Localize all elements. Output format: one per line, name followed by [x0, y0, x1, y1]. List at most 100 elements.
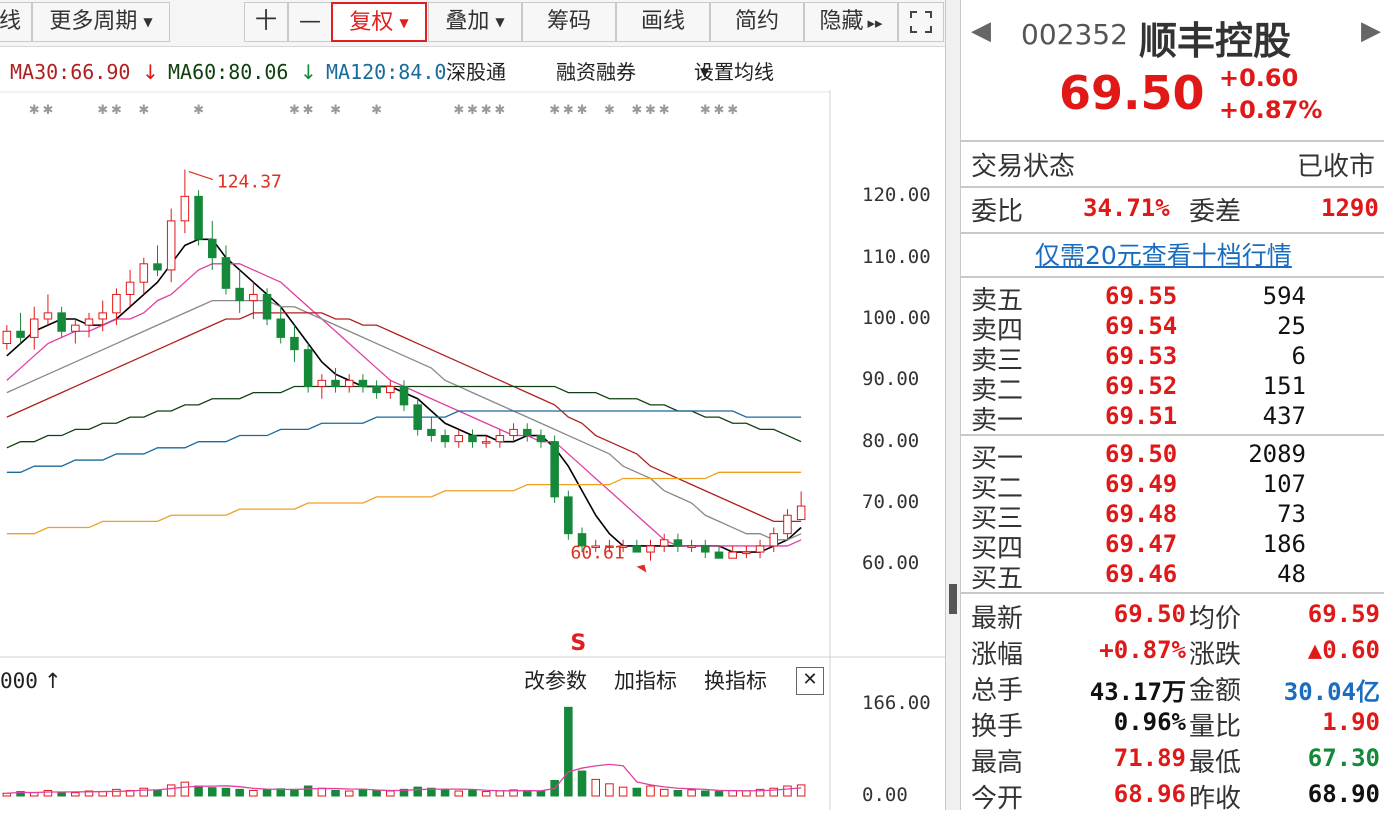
bid-row-volume: 2089	[1248, 440, 1306, 468]
candle	[84, 312, 94, 338]
candle	[290, 325, 299, 362]
stat-label: 量比	[1189, 712, 1242, 742]
shenzhen-connect-link[interactable]: 深股通	[446, 52, 506, 92]
ask-row: 卖二 69.52 151	[961, 372, 1384, 406]
hide-button[interactable]: 隐藏 ▸▸	[804, 2, 898, 42]
edit-params-button[interactable]: 改参数	[524, 664, 587, 698]
volume-bar	[71, 792, 80, 797]
event-marker-icon: ✱	[549, 103, 560, 118]
volume-bar	[57, 791, 66, 797]
last-price: 69.50	[1059, 66, 1205, 120]
quote-panel: ◀ 002352 顺丰控股 ▶ 69.50 +0.60 +0.87% 交易状态 …	[961, 0, 1384, 814]
bid-row-volume: 73	[1277, 500, 1306, 528]
high-pointer	[188, 170, 214, 181]
weibi-value: 34.71%	[1083, 194, 1170, 222]
candle-body	[701, 545, 710, 553]
candle-body	[331, 379, 340, 387]
chevron-down-icon: ▼	[399, 16, 409, 30]
volume-bar	[29, 792, 39, 797]
chevron-down-icon: ▼	[495, 15, 505, 29]
volume-bar	[166, 784, 176, 797]
bid-row-volume: 186	[1262, 530, 1306, 558]
simple-mode-button[interactable]: 简约	[710, 2, 804, 42]
volume-bar	[194, 785, 203, 797]
volume-tick-label: 0.00	[862, 784, 908, 806]
close-icon[interactable]: ✕	[796, 667, 824, 695]
volume-bar	[344, 790, 354, 797]
ask-row-volume: 151	[1262, 372, 1306, 400]
candle-body	[468, 435, 477, 443]
stat-value: 69.50	[1113, 600, 1186, 628]
ask-row: 卖四 69.54 25	[961, 312, 1384, 346]
kline-chart[interactable]: ✱ ✱ ✱ ✱ ✱ ✱ ✱ ✱ ✱ ✱ ✱ ✱ ✱ ✱ ✱ ✱ ✱ ✱ ✱ ✱ ✱ ✱ ✱ ✱ 124.3760.61S	[0, 90, 945, 810]
toolbar-partial-button[interactable]: 线	[0, 2, 32, 42]
volume-bar	[646, 785, 655, 797]
overlay-label: 叠加	[445, 9, 490, 34]
candle	[166, 208, 176, 283]
zoom-out-button[interactable]: —	[288, 2, 332, 42]
candle	[769, 527, 779, 553]
margin-trading-link[interactable]: 融资融券	[556, 52, 636, 92]
next-stock-icon[interactable]: ▶	[1361, 16, 1381, 46]
candle-body	[290, 336, 299, 351]
candle-body	[317, 379, 327, 387]
period-dropdown[interactable]: 更多周期 ▼	[32, 2, 170, 42]
level2-link[interactable]: 仅需20元查看十档行情	[1035, 236, 1292, 272]
add-indicator-button[interactable]: 加指标	[614, 664, 677, 698]
candle	[796, 491, 806, 521]
candle	[16, 312, 25, 344]
candle	[125, 269, 135, 307]
chips-button[interactable]: 筹码	[522, 2, 616, 42]
bid-row: 买三 69.48 73	[961, 500, 1384, 534]
stat-label: 均价	[1189, 604, 1242, 634]
overlay-dropdown[interactable]: 叠加 ▼	[428, 2, 522, 42]
separator	[961, 592, 1384, 594]
restore-rights-dropdown[interactable]: 复权 ▼	[331, 2, 427, 42]
candle	[358, 374, 368, 393]
panel-divider[interactable]	[945, 0, 961, 810]
volume-bar	[208, 787, 217, 797]
weicha-value: 1290	[1321, 194, 1379, 222]
candle	[153, 245, 162, 277]
candle-body	[71, 324, 80, 332]
volume-bar	[659, 788, 669, 797]
candle	[495, 429, 505, 448]
stat-value: 68.96	[1113, 780, 1186, 808]
candle-body	[221, 257, 231, 289]
up-arrow-icon: ↑	[44, 669, 62, 693]
candle	[427, 417, 436, 442]
candle-body	[84, 318, 94, 326]
candle	[454, 429, 464, 448]
volume-bar	[495, 790, 505, 797]
divider-grip-icon[interactable]	[949, 584, 957, 614]
stat-label: 涨跌	[1189, 640, 1242, 670]
event-marker-icon: ✱	[289, 103, 300, 118]
candle	[550, 435, 559, 503]
ask-row: 卖三 69.53 6	[961, 342, 1384, 376]
switch-indicator-button[interactable]: 换指标	[704, 664, 767, 698]
ask-row-volume: 437	[1262, 402, 1306, 430]
price-tick-label: 90.00	[862, 368, 920, 391]
candle	[344, 374, 354, 393]
volume-bar	[153, 789, 162, 797]
draw-line-button[interactable]: 画线	[616, 2, 710, 42]
event-marker-icon: ✱	[371, 103, 382, 118]
candle-body	[550, 441, 559, 498]
prev-stock-icon[interactable]: ◀	[971, 16, 991, 46]
candle-body	[358, 379, 368, 387]
event-marker-icon: ✱	[659, 103, 670, 118]
candle	[57, 306, 66, 338]
ma-legend: MA30:66.90 ↓ MA60:80.06 ↓ MA120:84.0 深股通…	[0, 52, 830, 92]
zoom-in-button[interactable]: 十	[244, 2, 288, 42]
candle-body	[153, 263, 162, 271]
ma30-down-arrow-icon: ↓	[142, 60, 159, 84]
candle-body	[769, 533, 779, 547]
fullscreen-button[interactable]	[898, 2, 944, 42]
ma-line-ma120	[6, 410, 802, 473]
candle-body	[427, 428, 436, 437]
event-marker-icon: ✱	[193, 103, 204, 118]
candle	[386, 380, 395, 399]
candle	[783, 509, 792, 540]
volume-bar	[536, 790, 546, 797]
candle-body	[659, 539, 669, 547]
